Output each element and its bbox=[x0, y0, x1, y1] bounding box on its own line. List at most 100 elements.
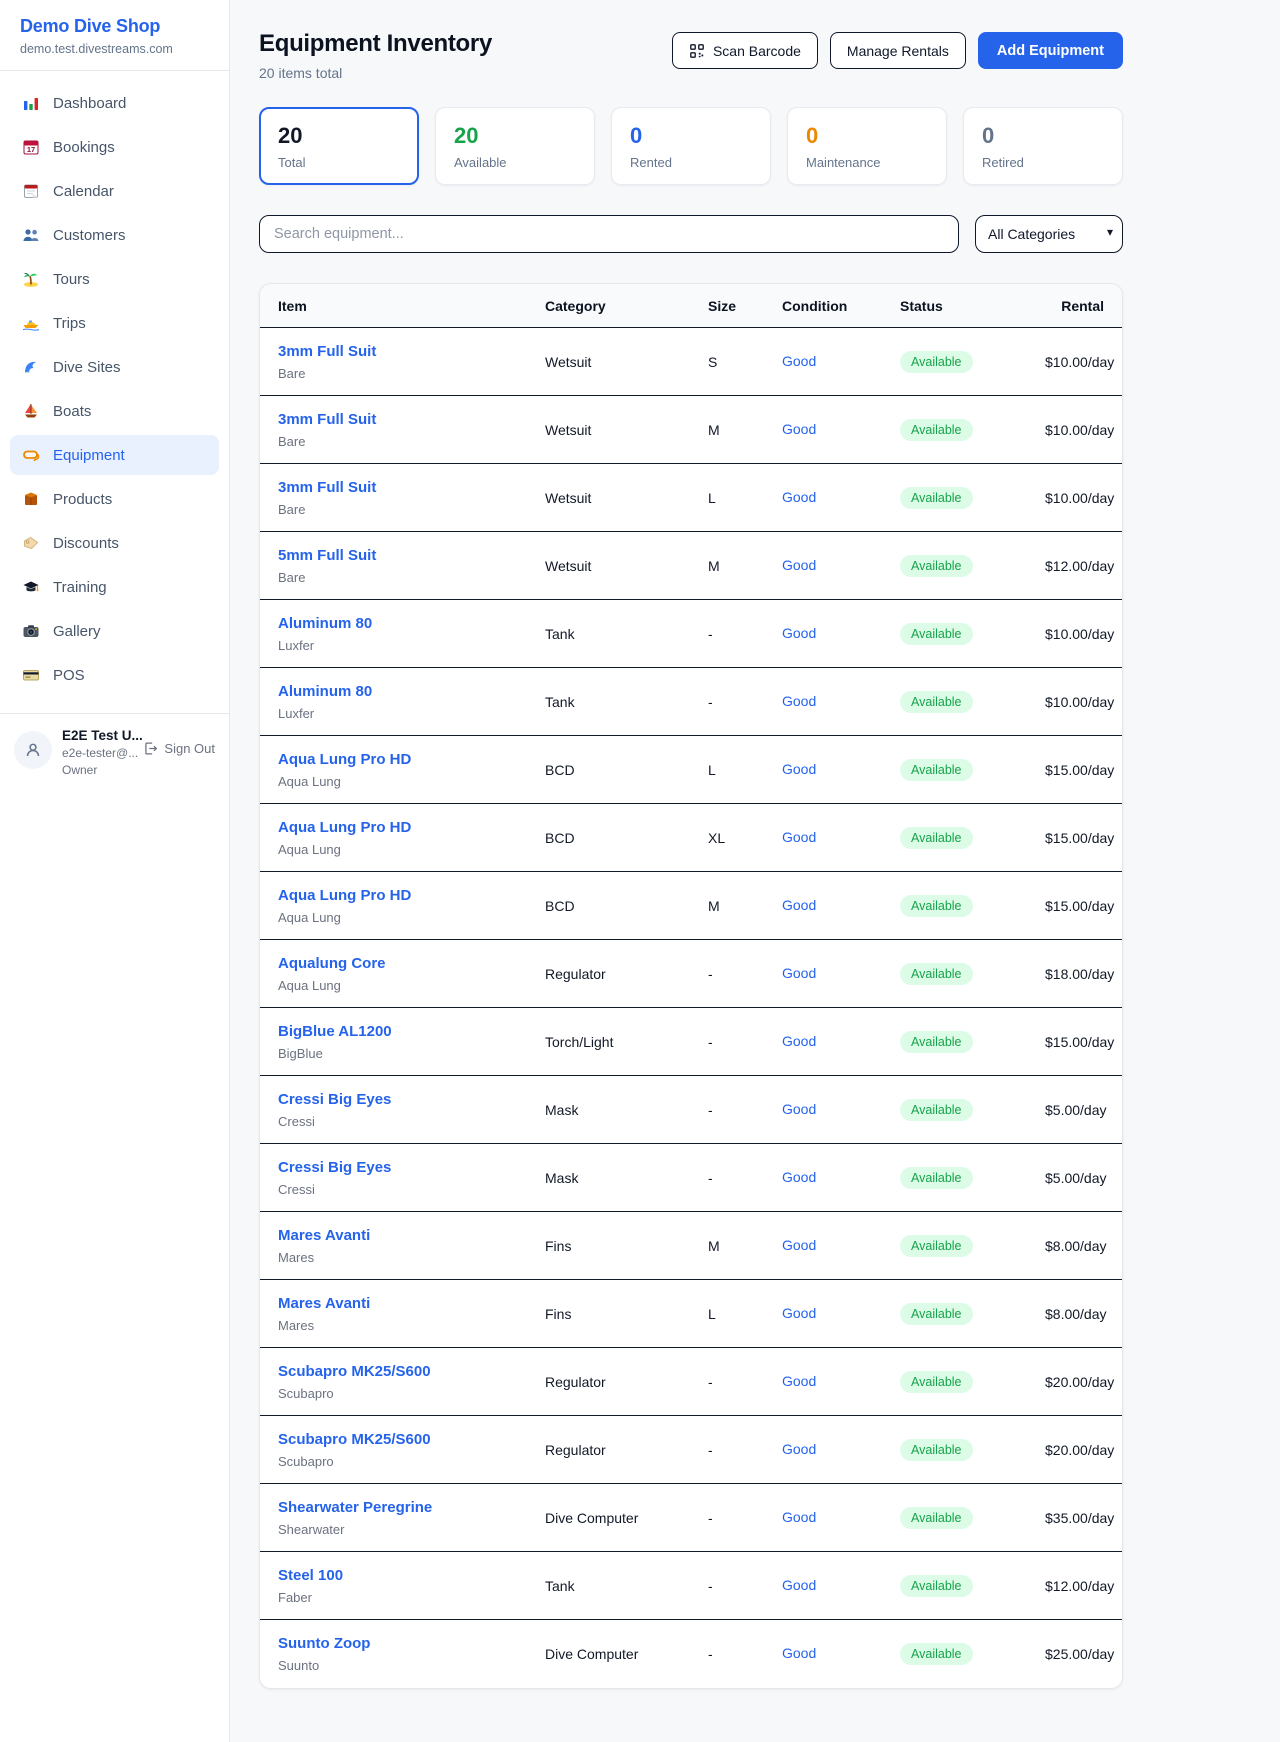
status-badge: Available bbox=[900, 1575, 973, 1597]
item-brand: Bare bbox=[278, 434, 545, 449]
stat-card-total[interactable]: 20 Total bbox=[259, 107, 419, 185]
cell-rental: $5.00/day bbox=[1045, 1102, 1107, 1118]
sidebar-item-bookings[interactable]: 17 Bookings bbox=[10, 127, 219, 167]
condition-link[interactable]: Good bbox=[782, 1509, 816, 1525]
item-link[interactable]: Aqualung Core bbox=[278, 955, 386, 972]
status-badge: Available bbox=[900, 1235, 973, 1257]
status-badge: Available bbox=[900, 351, 973, 373]
sidebar-item-calendar[interactable]: Calendar bbox=[10, 171, 219, 211]
stat-card-maintenance[interactable]: 0 Maintenance bbox=[787, 107, 947, 185]
condition-link[interactable]: Good bbox=[782, 1645, 816, 1661]
sidebar-item-products[interactable]: Products bbox=[10, 479, 219, 519]
sidebar-item-pos[interactable]: POS bbox=[10, 655, 219, 695]
cell-category: BCD bbox=[545, 762, 708, 778]
stat-card-rented[interactable]: 0 Rented bbox=[611, 107, 771, 185]
sidebar-item-trips[interactable]: Trips bbox=[10, 303, 219, 343]
graduation-cap-icon bbox=[22, 578, 40, 596]
condition-link[interactable]: Good bbox=[782, 965, 816, 981]
condition-link[interactable]: Good bbox=[782, 1101, 816, 1117]
sidebar-item-label: Gallery bbox=[53, 623, 101, 640]
item-brand: Bare bbox=[278, 570, 545, 585]
item-brand: Aqua Lung bbox=[278, 774, 545, 789]
item-link[interactable]: Suunto Zoop bbox=[278, 1635, 370, 1652]
item-link[interactable]: 3mm Full Suit bbox=[278, 343, 376, 360]
stat-value: 20 bbox=[278, 123, 400, 149]
cell-category: Tank bbox=[545, 1578, 708, 1594]
category-select[interactable]: All Categories bbox=[975, 215, 1123, 253]
condition-link[interactable]: Good bbox=[782, 761, 816, 777]
item-link[interactable]: 3mm Full Suit bbox=[278, 479, 376, 496]
item-link[interactable]: Shearwater Peregrine bbox=[278, 1499, 432, 1516]
sidebar-item-dashboard[interactable]: Dashboard bbox=[10, 83, 219, 123]
condition-link[interactable]: Good bbox=[782, 489, 816, 505]
cell-rental: $5.00/day bbox=[1045, 1170, 1107, 1186]
svg-text:17: 17 bbox=[27, 145, 35, 154]
sidebar: Demo Dive Shop demo.test.divestreams.com… bbox=[0, 0, 230, 1742]
sidebar-item-boats[interactable]: Boats bbox=[10, 391, 219, 431]
condition-link[interactable]: Good bbox=[782, 1373, 816, 1389]
stat-card-retired[interactable]: 0 Retired bbox=[963, 107, 1123, 185]
package-icon bbox=[22, 490, 40, 508]
sidebar-item-customers[interactable]: Customers bbox=[10, 215, 219, 255]
cell-rental: $20.00/day bbox=[1045, 1374, 1114, 1390]
condition-link[interactable]: Good bbox=[782, 353, 816, 369]
condition-link[interactable]: Good bbox=[782, 421, 816, 437]
condition-link[interactable]: Good bbox=[782, 1441, 816, 1457]
condition-link[interactable]: Good bbox=[782, 897, 816, 913]
avatar bbox=[14, 731, 52, 769]
sidebar-item-equipment[interactable]: Equipment bbox=[10, 435, 219, 475]
search-input[interactable] bbox=[259, 215, 959, 253]
sign-out-button[interactable]: Sign Out bbox=[143, 741, 215, 756]
cell-category: Mask bbox=[545, 1170, 708, 1186]
item-link[interactable]: 5mm Full Suit bbox=[278, 547, 376, 564]
sidebar-item-tours[interactable]: Tours bbox=[10, 259, 219, 299]
item-link[interactable]: Steel 100 bbox=[278, 1567, 343, 1584]
item-link[interactable]: BigBlue AL1200 bbox=[278, 1023, 392, 1040]
status-badge: Available bbox=[900, 1167, 973, 1189]
table-row: Mares Avanti Mares Fins L Good Available… bbox=[260, 1280, 1122, 1348]
sidebar-item-discounts[interactable]: Discounts bbox=[10, 523, 219, 563]
barcode-scan-icon bbox=[689, 43, 705, 59]
condition-link[interactable]: Good bbox=[782, 1577, 816, 1593]
status-badge: Available bbox=[900, 1099, 973, 1121]
stat-card-available[interactable]: 20 Available bbox=[435, 107, 595, 185]
item-link[interactable]: Mares Avanti bbox=[278, 1227, 370, 1244]
item-link[interactable]: Aluminum 80 bbox=[278, 615, 372, 632]
item-link[interactable]: Scubapro MK25/S600 bbox=[278, 1363, 431, 1380]
condition-link[interactable]: Good bbox=[782, 1237, 816, 1253]
item-link[interactable]: Aqua Lung Pro HD bbox=[278, 751, 411, 768]
condition-link[interactable]: Good bbox=[782, 1169, 816, 1185]
item-link[interactable]: Aqua Lung Pro HD bbox=[278, 887, 411, 904]
column-header-size: Size bbox=[708, 298, 782, 314]
sidebar-user-section: E2E Test U... e2e-tester@... Owner Sign … bbox=[0, 713, 229, 793]
item-link[interactable]: Cressi Big Eyes bbox=[278, 1091, 391, 1108]
condition-link[interactable]: Good bbox=[782, 1305, 816, 1321]
condition-link[interactable]: Good bbox=[782, 693, 816, 709]
cell-rental: $10.00/day bbox=[1045, 354, 1114, 370]
cell-size: L bbox=[708, 1306, 782, 1322]
item-brand: Aqua Lung bbox=[278, 842, 545, 857]
item-link[interactable]: Cressi Big Eyes bbox=[278, 1159, 391, 1176]
brand-domain: demo.test.divestreams.com bbox=[20, 42, 209, 56]
condition-link[interactable]: Good bbox=[782, 557, 816, 573]
sidebar-item-dive-sites[interactable]: Dive Sites bbox=[10, 347, 219, 387]
sidebar-item-label: Trips bbox=[53, 315, 86, 332]
condition-link[interactable]: Good bbox=[782, 1033, 816, 1049]
cell-size: - bbox=[708, 1102, 782, 1118]
item-link[interactable]: Scubapro MK25/S600 bbox=[278, 1431, 431, 1448]
condition-link[interactable]: Good bbox=[782, 625, 816, 641]
manage-rentals-button[interactable]: Manage Rentals bbox=[830, 32, 966, 69]
scan-barcode-button[interactable]: Scan Barcode bbox=[672, 32, 818, 69]
condition-link[interactable]: Good bbox=[782, 829, 816, 845]
table-row: Cressi Big Eyes Cressi Mask - Good Avail… bbox=[260, 1076, 1122, 1144]
sidebar-item-gallery[interactable]: Gallery bbox=[10, 611, 219, 651]
sidebar-item-training[interactable]: Training bbox=[10, 567, 219, 607]
item-link[interactable]: Aqua Lung Pro HD bbox=[278, 819, 411, 836]
add-equipment-button[interactable]: Add Equipment bbox=[978, 32, 1123, 69]
item-link[interactable]: Mares Avanti bbox=[278, 1295, 370, 1312]
item-link[interactable]: Aluminum 80 bbox=[278, 683, 372, 700]
item-link[interactable]: 3mm Full Suit bbox=[278, 411, 376, 428]
status-badge: Available bbox=[900, 1031, 973, 1053]
cell-size: S bbox=[708, 354, 782, 370]
stat-value: 0 bbox=[982, 123, 1104, 149]
